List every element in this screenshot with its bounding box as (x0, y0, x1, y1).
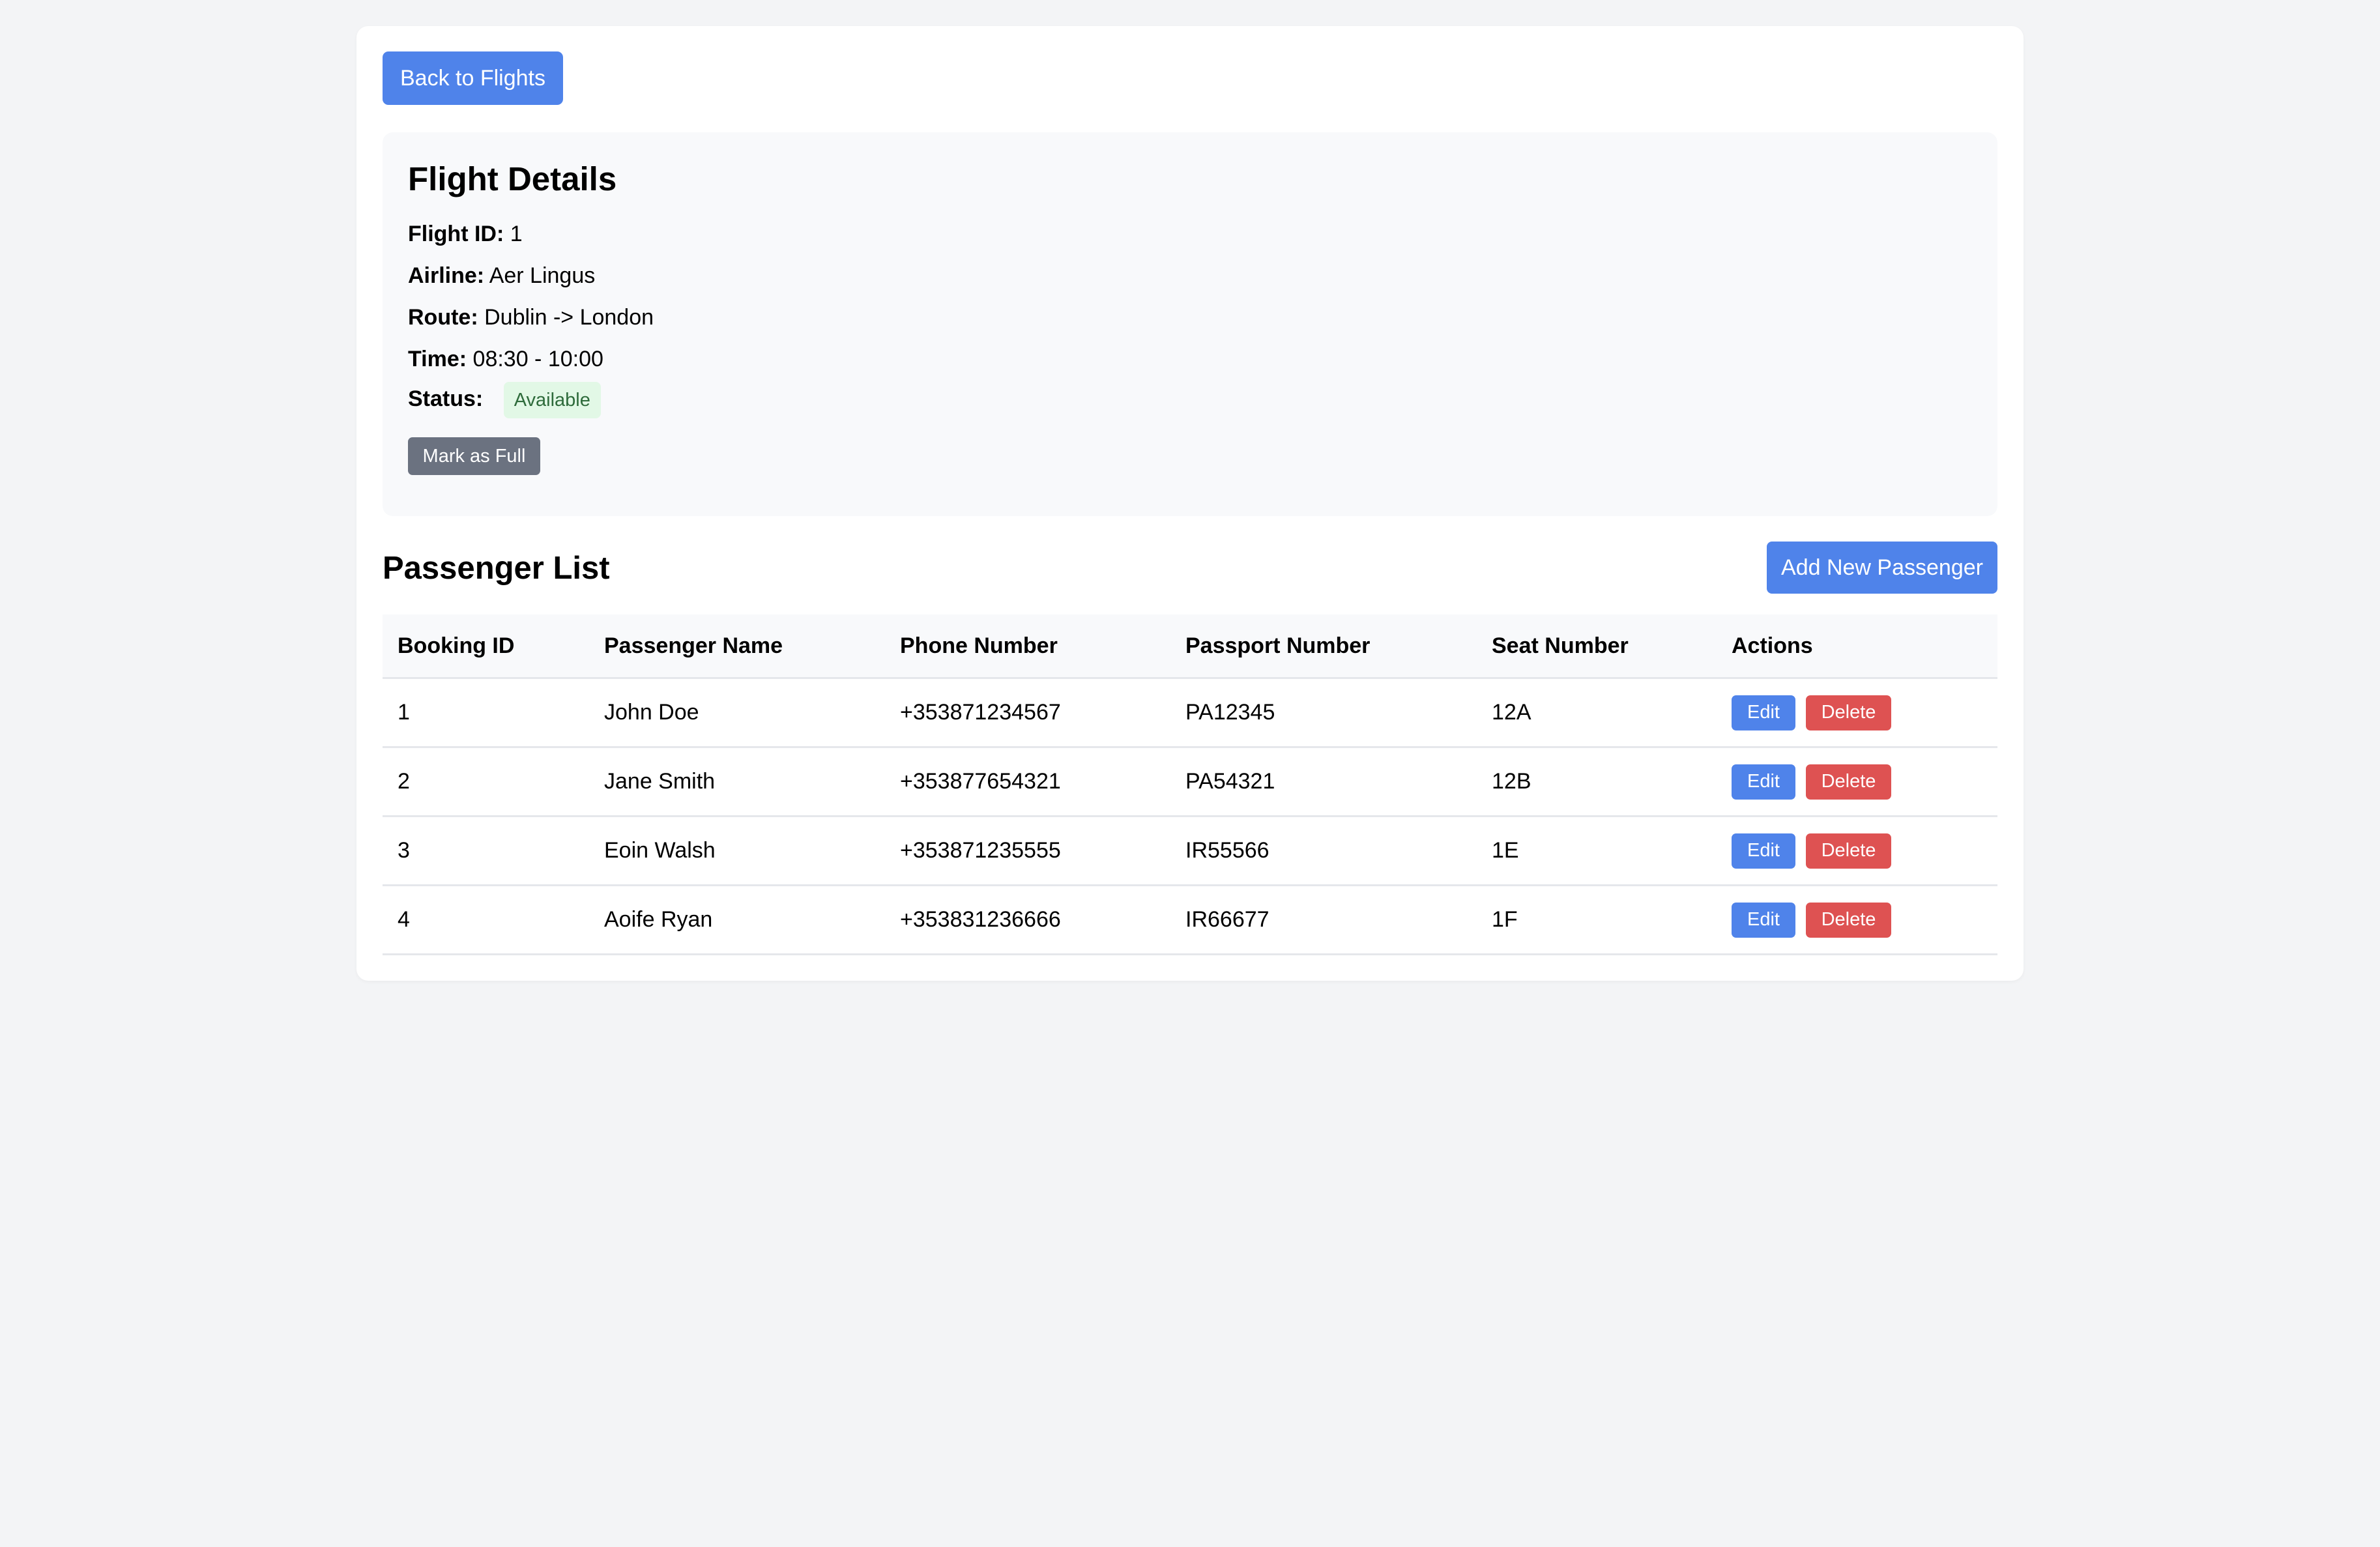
time-value: 08:30 - 10:00 (472, 347, 603, 371)
table-row: 2 Jane Smith +353877654321 PA54321 12B E… (383, 748, 1997, 817)
flight-details-title: Flight Details (408, 160, 617, 197)
airline-value: Aer Lingus (489, 263, 596, 288)
time-row: Time: 08:30 - 10:00 (408, 345, 603, 373)
route-row: Route: Dublin -> London (408, 303, 654, 332)
actions-cell: Edit Delete (1732, 748, 1891, 815)
phone-number-cell: +353877654321 (900, 769, 1061, 794)
booking-id-cell: 4 (398, 907, 410, 932)
column-header-passport-number: Passport Number (1185, 633, 1371, 658)
flight-id-label: Flight ID: (408, 222, 504, 246)
booking-id-cell: 2 (398, 769, 410, 794)
table-row: 1 John Doe +353871234567 PA12345 12A Edi… (383, 679, 1997, 748)
delete-button[interactable]: Delete (1806, 764, 1891, 800)
phone-number-cell: +353871234567 (900, 700, 1061, 725)
status-row: Status: Available (408, 382, 601, 418)
airline-row: Airline: Aer Lingus (408, 261, 595, 290)
route-label: Route: (408, 305, 478, 330)
delete-button[interactable]: Delete (1806, 833, 1891, 869)
add-new-passenger-button[interactable]: Add New Passenger (1767, 542, 1997, 594)
actions-cell: Edit Delete (1732, 679, 1891, 746)
column-header-booking-id: Booking ID (398, 633, 515, 658)
status-label: Status: (408, 386, 484, 411)
delete-button[interactable]: Delete (1806, 695, 1891, 730)
passenger-list-title: Passenger List (383, 551, 610, 586)
back-to-flights-button[interactable]: Back to Flights (383, 51, 563, 105)
flight-detail-card: Back to Flights Flight Details Flight ID… (356, 26, 2024, 981)
column-header-seat-number: Seat Number (1492, 633, 1629, 658)
phone-number-cell: +353831236666 (900, 907, 1061, 932)
delete-button[interactable]: Delete (1806, 902, 1891, 938)
passport-number-cell: PA12345 (1185, 700, 1275, 725)
passenger-name-cell: Jane Smith (604, 769, 716, 794)
table-header: Booking ID Passenger Name Phone Number P… (383, 614, 1997, 679)
column-header-actions: Actions (1732, 633, 1813, 658)
column-header-phone-number: Phone Number (900, 633, 1058, 658)
edit-button[interactable]: Edit (1732, 833, 1795, 869)
route-value: Dublin -> London (484, 305, 654, 330)
flight-id-row: Flight ID: 1 (408, 220, 523, 248)
time-label: Time: (408, 347, 467, 371)
edit-button[interactable]: Edit (1732, 902, 1795, 938)
table-row: 3 Eoin Walsh +353871235555 IR55566 1E Ed… (383, 817, 1997, 886)
column-header-passenger-name: Passenger Name (604, 633, 783, 658)
passenger-name-cell: John Doe (604, 700, 699, 725)
passport-number-cell: IR66677 (1185, 907, 1270, 932)
passenger-table: Booking ID Passenger Name Phone Number P… (383, 614, 1997, 955)
passenger-name-cell: Eoin Walsh (604, 838, 716, 863)
seat-number-cell: 1F (1492, 907, 1518, 932)
passport-number-cell: IR55566 (1185, 838, 1270, 863)
actions-cell: Edit Delete (1732, 886, 1891, 953)
table-row: 4 Aoife Ryan +353831236666 IR66677 1F Ed… (383, 886, 1997, 955)
seat-number-cell: 1E (1492, 838, 1519, 863)
booking-id-cell: 3 (398, 838, 410, 863)
flight-id-value: 1 (510, 222, 523, 246)
edit-button[interactable]: Edit (1732, 695, 1795, 730)
actions-cell: Edit Delete (1732, 817, 1891, 884)
status-badge: Available (503, 382, 601, 418)
seat-number-cell: 12A (1492, 700, 1531, 725)
passenger-name-cell: Aoife Ryan (604, 907, 713, 932)
edit-button[interactable]: Edit (1732, 764, 1795, 800)
mark-as-full-button[interactable]: Mark as Full (408, 437, 540, 475)
flight-details-panel: Flight Details Flight ID: 1 Airline: Aer… (383, 132, 1997, 516)
passport-number-cell: PA54321 (1185, 769, 1275, 794)
seat-number-cell: 12B (1492, 769, 1531, 794)
airline-label: Airline: (408, 263, 485, 288)
booking-id-cell: 1 (398, 700, 410, 725)
phone-number-cell: +353871235555 (900, 838, 1061, 863)
